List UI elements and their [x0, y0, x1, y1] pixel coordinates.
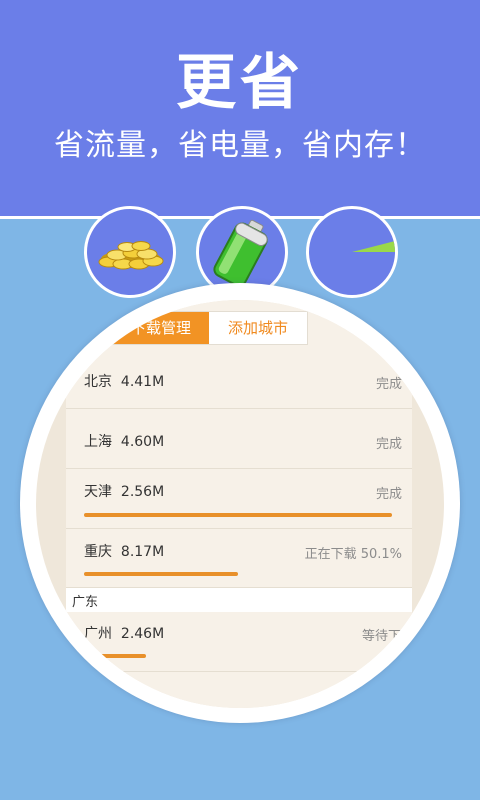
progress-bar — [84, 572, 392, 576]
progress-bar — [84, 654, 392, 658]
tab-bar: 下载管理 添加城市 — [112, 311, 308, 345]
download-status: 完成 — [375, 377, 402, 392]
province-name: 广东 — [72, 595, 99, 610]
hero-subtitle: 省流量，省电量，省内存！ — [54, 128, 426, 163]
download-status: 正在下载 50.1% — [304, 547, 402, 562]
download-row-chongqing[interactable]: 重庆 8.17M 正在下载 50.1% — [66, 529, 412, 588]
download-status: 完成 — [375, 437, 402, 452]
download-status: 等待下载 — [361, 629, 414, 644]
hero-title: 更省 — [176, 48, 304, 118]
gold-coins-icon — [98, 241, 164, 270]
tab-download-manager[interactable]: 下载管理 — [113, 312, 209, 344]
pie-chart-icon — [352, 241, 395, 252]
tab-add-city[interactable]: 添加城市 — [210, 312, 306, 344]
lens-content: 下载管理 添加城市 北京 4.41M 完成 上海 4.60M 完成 天津 2.5… — [36, 300, 444, 708]
city-name: 重庆 8.17M — [84, 544, 165, 560]
city-name: 上海 4.60M — [84, 434, 165, 450]
progress-bar — [84, 513, 392, 517]
coins-feature — [84, 206, 176, 298]
download-status: 完成 — [375, 487, 402, 502]
city-name: 广州 2.46M — [84, 626, 165, 642]
memory-feature — [306, 206, 398, 298]
progress-fill — [84, 513, 392, 517]
download-row-beijing[interactable]: 北京 4.41M 完成 — [66, 350, 412, 409]
progress-fill — [84, 572, 239, 576]
city-name: 北京 4.41M — [84, 374, 165, 390]
download-row-guangzhou[interactable]: 广州 2.46M 等待下载 — [66, 612, 414, 672]
progress-fill — [84, 654, 146, 658]
city-name: 天津 2.56M — [84, 484, 165, 500]
province-header: 广东 — [66, 588, 412, 612]
download-row-shanghai[interactable]: 上海 4.60M 完成 — [66, 409, 412, 469]
download-row-tianjin[interactable]: 天津 2.56M 完成 — [66, 469, 412, 529]
